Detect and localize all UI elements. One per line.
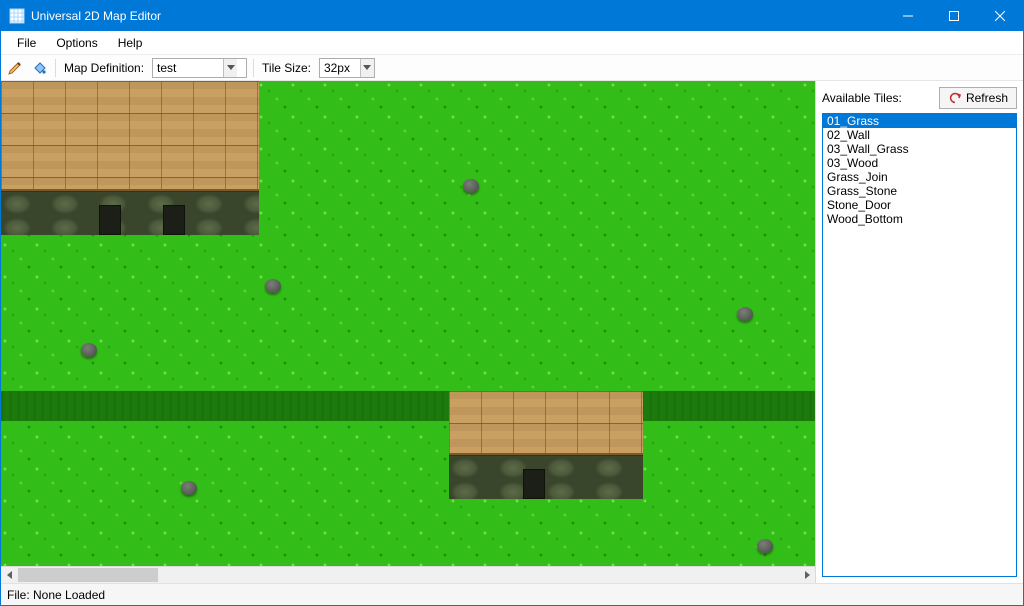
tilesize-value: 32px	[320, 61, 360, 75]
rock	[265, 279, 281, 293]
app-icon	[9, 8, 25, 24]
tilesize-label: Tile Size:	[262, 61, 311, 75]
app-window: Universal 2D Map Editor File Options Hel…	[0, 0, 1024, 606]
tile-item[interactable]: Grass_Stone	[823, 184, 1016, 198]
door	[99, 205, 121, 235]
sidebar: Available Tiles: Refresh 01_Grass02_Wall…	[815, 81, 1023, 583]
rock	[81, 343, 97, 357]
maximize-button[interactable]	[931, 1, 977, 31]
refresh-button[interactable]: Refresh	[939, 87, 1017, 109]
tile-list[interactable]: 01_Grass02_Wall03_Wall_Grass03_WoodGrass…	[822, 113, 1017, 577]
tile-item[interactable]: 02_Wall	[823, 128, 1016, 142]
menu-help[interactable]: Help	[108, 33, 153, 53]
status-file-label: File: None Loaded	[7, 588, 105, 602]
roof	[449, 391, 643, 455]
rock	[757, 539, 773, 553]
minimize-button[interactable]	[885, 1, 931, 31]
pencil-tool-icon[interactable]	[5, 58, 25, 78]
refresh-label: Refresh	[966, 91, 1008, 105]
toolbar-separator	[253, 59, 254, 77]
scroll-thumb[interactable]	[18, 568, 158, 582]
window-controls	[885, 1, 1023, 31]
content-area: Available Tiles: Refresh 01_Grass02_Wall…	[1, 81, 1023, 583]
menu-file[interactable]: File	[7, 33, 46, 53]
mapdef-combo[interactable]: test	[152, 58, 247, 78]
horizontal-scrollbar[interactable]	[1, 566, 815, 583]
wall	[449, 455, 643, 499]
tilesize-combo[interactable]: 32px	[319, 58, 375, 78]
sidebar-header: Available Tiles: Refresh	[822, 87, 1017, 109]
tile-item[interactable]: Wood_Bottom	[823, 212, 1016, 226]
titlebar[interactable]: Universal 2D Map Editor	[1, 1, 1023, 31]
tile-item[interactable]: Stone_Door	[823, 198, 1016, 212]
tile-item[interactable]: 03_Wall_Grass	[823, 142, 1016, 156]
rock	[737, 307, 753, 321]
wall	[1, 191, 259, 235]
rock	[463, 179, 479, 193]
map-canvas[interactable]	[1, 81, 815, 566]
tile-item[interactable]: 01_Grass	[823, 114, 1016, 128]
dark-grass-path	[1, 391, 815, 421]
statusbar: File: None Loaded	[1, 583, 1023, 605]
scroll-left-arrow-icon[interactable]	[1, 567, 18, 584]
house	[449, 391, 643, 499]
door	[163, 205, 185, 235]
menu-options[interactable]: Options	[46, 33, 107, 53]
toolbar-separator	[55, 59, 56, 77]
menubar: File Options Help	[1, 31, 1023, 55]
available-tiles-label: Available Tiles:	[822, 91, 902, 105]
roof	[1, 81, 259, 191]
tile-item[interactable]: Grass_Join	[823, 170, 1016, 184]
chevron-down-icon[interactable]	[223, 59, 237, 77]
mapdef-value: test	[153, 61, 223, 75]
refresh-icon	[948, 91, 962, 105]
chevron-down-icon[interactable]	[360, 59, 374, 77]
tile-item[interactable]: 03_Wood	[823, 156, 1016, 170]
door	[523, 469, 545, 499]
fill-tool-icon[interactable]	[29, 58, 49, 78]
scroll-right-arrow-icon[interactable]	[798, 567, 815, 584]
house	[1, 81, 259, 235]
close-button[interactable]	[977, 1, 1023, 31]
scroll-track[interactable]	[18, 567, 798, 583]
canvas-wrap	[1, 81, 815, 583]
window-title: Universal 2D Map Editor	[31, 9, 885, 23]
toolbar: Map Definition: test Tile Size: 32px	[1, 55, 1023, 81]
mapdef-label: Map Definition:	[64, 61, 144, 75]
rock	[181, 481, 197, 495]
